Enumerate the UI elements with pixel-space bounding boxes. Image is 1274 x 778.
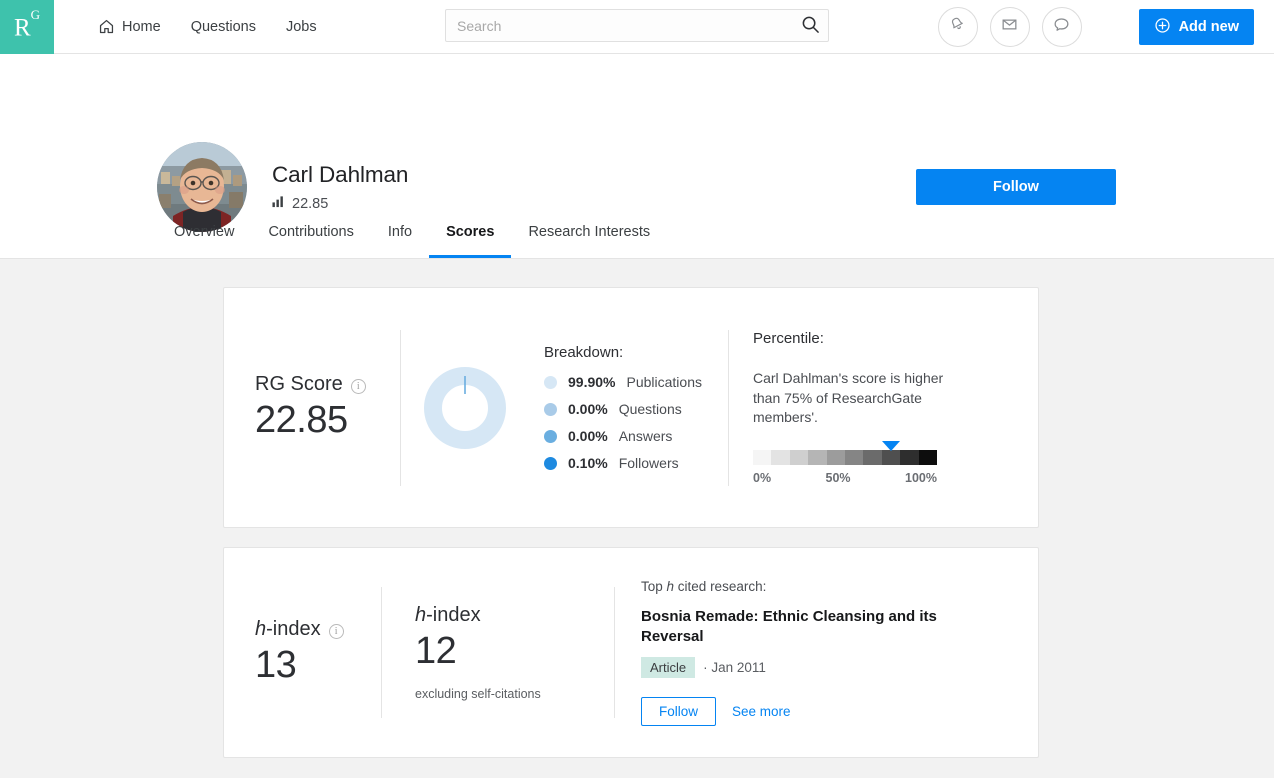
rg-score-breakdown: Breakdown: 99.90% Publications 0.00% Que…: [528, 288, 728, 527]
percentile-segment-0: [753, 450, 771, 465]
donut-chart-svg: [423, 366, 507, 450]
publication-title[interactable]: Bosnia Remade: Ethnic Cleansing and its …: [641, 607, 941, 647]
percentile-segment-5: [845, 450, 863, 465]
primary-nav-links: Home Questions Jobs: [98, 18, 317, 35]
publication-meta: Article · Jan 2011: [641, 657, 1014, 678]
top-cited-label: Top h cited research:: [641, 579, 1014, 594]
percentile-axis-labels: 0% 50% 100%: [753, 471, 937, 485]
notifications-bell-icon: [948, 15, 967, 39]
nav-link-home[interactable]: Home: [98, 18, 161, 35]
percentile-segment-3: [808, 450, 826, 465]
messages-envelope-icon: [1000, 15, 1019, 39]
percentile-gradient-bar: [753, 450, 937, 465]
legend-label: Answers: [619, 428, 673, 444]
h-index-excluding-self-citations: h-index 12 excluding self-citations: [382, 548, 614, 757]
percentile-segment-2: [790, 450, 808, 465]
rg-score-summary: RG Score i 22.85: [224, 288, 400, 527]
publication-date: · Jan 2011: [703, 660, 766, 675]
percentile-segment-7: [882, 450, 900, 465]
nav-link-label: Questions: [191, 19, 256, 35]
percentile-segment-9: [919, 450, 937, 465]
legend-label: Questions: [619, 401, 682, 417]
researchgate-logo[interactable]: RG: [0, 0, 54, 54]
rg-score-label: RG Score: [255, 373, 343, 396]
tab-research-interests[interactable]: Research Interests: [511, 210, 667, 258]
info-icon[interactable]: i: [351, 379, 366, 394]
axis-label-mid: 50%: [826, 471, 851, 485]
tab-overview[interactable]: Overview: [157, 210, 251, 258]
percentile-segment-1: [771, 450, 789, 465]
axis-label-min: 0%: [753, 471, 771, 485]
h-index-label: h-index: [255, 618, 321, 641]
nav-link-jobs[interactable]: Jobs: [286, 19, 317, 35]
profile-header: Carl Dahlman 22.85 Follow Overview Contr…: [0, 54, 1274, 259]
rg-score-donut-chart: [401, 288, 528, 527]
axis-label-max: 100%: [905, 471, 937, 485]
nav-link-questions[interactable]: Questions: [191, 19, 256, 35]
legend-color-swatch: [544, 403, 557, 416]
publication-type-badge: Article: [641, 657, 695, 678]
tab-contributions[interactable]: Contributions: [251, 210, 370, 258]
search-button[interactable]: [797, 13, 823, 39]
legend-item-followers: 0.10% Followers: [544, 455, 728, 471]
add-new-label: Add new: [1179, 19, 1239, 35]
search-container: [445, 9, 829, 42]
breakdown-heading: Breakdown:: [544, 344, 728, 361]
add-new-button[interactable]: Add new: [1139, 9, 1254, 45]
notifications-button[interactable]: [938, 7, 978, 47]
tab-info[interactable]: Info: [371, 210, 429, 258]
follow-publication-button[interactable]: Follow: [641, 697, 716, 726]
percentile-bar-container: [753, 450, 937, 465]
percentile-segment-4: [827, 450, 845, 465]
h-index-excl-note: excluding self-citations: [415, 687, 614, 701]
see-more-link[interactable]: See more: [732, 704, 791, 719]
home-icon: [98, 18, 115, 35]
legend-item-questions: 0.00% Questions: [544, 401, 728, 417]
rg-score-value: 22.85: [255, 399, 400, 442]
rg-score-card: RG Score i 22.85 Breakdown: 99.90% Publi…: [223, 287, 1039, 528]
follow-profile-button[interactable]: Follow: [916, 169, 1116, 205]
h-index-card: h-index i 13 h-index 12 excluding self-c…: [223, 547, 1039, 758]
h-index-value: 13: [255, 644, 381, 687]
publication-actions: Follow See more: [641, 697, 1014, 726]
legend-label: Publications: [626, 374, 702, 390]
legend-color-swatch: [544, 376, 557, 389]
profile-tabs: Overview Contributions Info Scores Resea…: [157, 210, 667, 258]
logo-text: RG: [14, 15, 40, 40]
chat-bubble-icon: [1052, 15, 1071, 39]
percentile-heading: Percentile:: [753, 330, 1018, 347]
plus-circle-icon: [1154, 17, 1171, 38]
legend-item-answers: 0.00% Answers: [544, 428, 728, 444]
page-title: Carl Dahlman: [272, 162, 408, 188]
legend-percent: 0.00%: [568, 428, 608, 444]
percentile-segment-8: [900, 450, 918, 465]
nav-link-label: Home: [122, 19, 161, 35]
percentile-section: Percentile: Carl Dahlman's score is high…: [729, 288, 1038, 527]
legend-color-swatch: [544, 457, 557, 470]
percentile-description: Carl Dahlman's score is higher than 75% …: [753, 369, 948, 429]
top-navigation-bar: RG Home Questions Jobs: [0, 0, 1274, 54]
legend-item-publications: 99.90% Publications: [544, 374, 728, 390]
legend-percent: 99.90%: [568, 374, 615, 390]
info-icon[interactable]: i: [329, 624, 344, 639]
legend-label: Followers: [619, 455, 679, 471]
h-index-label: h-index: [415, 604, 481, 627]
chat-button[interactable]: [1042, 7, 1082, 47]
top-cited-research-section: Top h cited research: Bosnia Remade: Eth…: [615, 548, 1038, 757]
legend-percent: 0.00%: [568, 401, 608, 417]
tab-scores[interactable]: Scores: [429, 210, 511, 258]
search-icon: [801, 15, 820, 37]
search-input[interactable]: [445, 9, 829, 42]
legend-color-swatch: [544, 430, 557, 443]
h-index-main: h-index i 13: [224, 548, 381, 757]
legend-percent: 0.10%: [568, 455, 608, 471]
nav-right-actions: Add new: [938, 0, 1274, 54]
percentile-marker-triangle: [882, 441, 900, 451]
h-index-excl-value: 12: [415, 630, 614, 673]
nav-link-label: Jobs: [286, 19, 317, 35]
percentile-segment-6: [863, 450, 881, 465]
messages-button[interactable]: [990, 7, 1030, 47]
